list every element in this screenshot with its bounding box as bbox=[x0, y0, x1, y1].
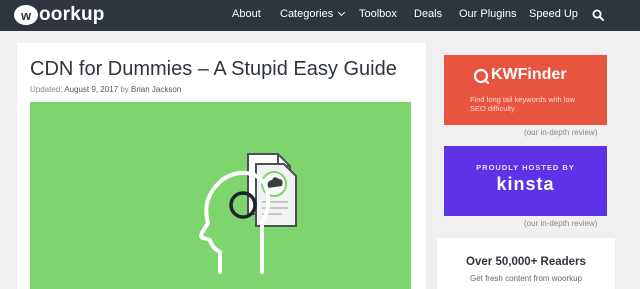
nav-deals[interactable]: Deals bbox=[414, 8, 442, 20]
top-navigation-bar: w oorkup About Categories Toolbox Deals … bbox=[0, 0, 640, 31]
readers-subtitle: Get fresh content from woorkup bbox=[469, 274, 583, 283]
search-icon[interactable] bbox=[592, 9, 604, 21]
logo-text: oorkup bbox=[39, 4, 105, 25]
nav-speed-up[interactable]: Speed Up bbox=[529, 8, 578, 20]
by-label: by bbox=[120, 85, 129, 94]
article-title[interactable]: CDN for Dummies – A Stupid Easy Guide bbox=[30, 58, 397, 81]
kwfinder-ad[interactable]: KWFinder Find long tail keywords with lo… bbox=[444, 55, 607, 125]
nav-categories-label: Categories bbox=[280, 8, 334, 20]
nav-categories[interactable]: Categories bbox=[280, 8, 346, 20]
featured-image bbox=[30, 102, 411, 289]
kinsta-top-label: PROUDLY HOSTED BY bbox=[476, 163, 575, 172]
kinsta-logo: kinsta bbox=[496, 174, 555, 194]
kinsta-ad[interactable]: PROUDLY HOSTED BY kinsta bbox=[444, 146, 607, 216]
article-card: CDN for Dummies – A Stupid Easy Guide Up… bbox=[17, 43, 426, 289]
kwfinder-tagline: Find long tail keywords with low SEO dif… bbox=[470, 95, 576, 113]
nav-toolbox[interactable]: Toolbox bbox=[359, 8, 397, 20]
kinsta-review-link[interactable]: (our in-depth review) bbox=[524, 219, 597, 228]
kwfinder-name: KWFinder bbox=[491, 66, 567, 83]
logo-mark: w bbox=[14, 5, 38, 25]
article-meta: Updated: August 9, 2017 by Brian Jackson bbox=[30, 85, 181, 94]
woorkup-logo[interactable]: w oorkup bbox=[14, 4, 105, 25]
nav-about[interactable]: About bbox=[232, 8, 261, 20]
kwfinder-logo-icon bbox=[473, 68, 489, 84]
updated-label: Updated: bbox=[30, 85, 63, 94]
kwfinder-review-link[interactable]: (our in-depth review) bbox=[524, 128, 597, 137]
article-date: August 9, 2017 bbox=[64, 85, 119, 94]
nav-our-plugins[interactable]: Our Plugins bbox=[459, 8, 516, 20]
cdn-head-illustration bbox=[199, 153, 297, 274]
readers-title: Over 50,000+ Readers bbox=[466, 256, 586, 268]
newsletter-widget: Over 50,000+ Readers Get fresh content f… bbox=[437, 238, 615, 289]
chevron-down-icon bbox=[338, 8, 346, 17]
article-author[interactable]: Brian Jackson bbox=[131, 85, 181, 94]
